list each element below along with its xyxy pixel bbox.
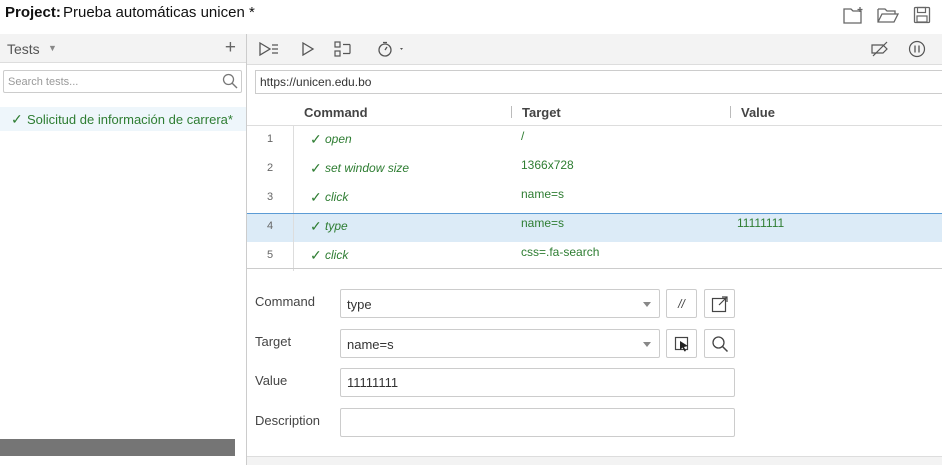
table-row[interactable]: 3 ✓ click name=s xyxy=(247,184,942,213)
add-test-icon[interactable]: + xyxy=(225,37,236,59)
horizontal-scrollbar[interactable] xyxy=(0,439,235,456)
command-select[interactable]: type xyxy=(340,289,660,318)
target-label: Target xyxy=(255,334,292,349)
chevron-down-icon xyxy=(643,302,651,307)
base-url-field xyxy=(255,70,942,94)
search-tests-input[interactable] xyxy=(4,71,214,92)
row-command: type xyxy=(325,219,348,233)
console-panel-edge[interactable] xyxy=(247,456,942,465)
row-number: 1 xyxy=(247,126,294,155)
run-all-tests-icon[interactable] xyxy=(258,39,280,59)
commands-table-body: 1 ✓ open / 2 ✓ set window size 1366x728 … xyxy=(247,126,942,271)
table-row-selected[interactable]: 4 ✓ type name=s 11111111 xyxy=(247,213,942,243)
row-value: 11111111 xyxy=(737,216,785,230)
select-target-icon xyxy=(674,336,688,351)
project-label: Project: xyxy=(5,4,61,21)
tests-sidebar: Tests ▼ + ✓ Solicitud de información de … xyxy=(0,34,247,465)
column-divider[interactable] xyxy=(511,106,512,118)
column-divider[interactable] xyxy=(730,106,731,118)
row-number: 4 xyxy=(247,214,294,243)
row-number: 3 xyxy=(247,184,294,213)
search-icon xyxy=(222,73,238,92)
open-folder-icon[interactable] xyxy=(876,4,900,26)
description-label: Description xyxy=(255,413,321,428)
step-over-icon[interactable] xyxy=(333,39,353,59)
row-number: 5 xyxy=(247,242,294,271)
search-box xyxy=(3,70,242,93)
row-command: click xyxy=(325,248,349,262)
project-header: Project: Prueba automáticas unicen * xyxy=(0,0,942,34)
command-label: Command xyxy=(255,294,315,309)
test-list-item[interactable]: ✓ Solicitud de información de carrera* xyxy=(0,107,246,131)
row-target: name=s xyxy=(521,216,565,230)
toggle-comment-button[interactable]: // xyxy=(666,289,697,318)
target-select[interactable]: name=s xyxy=(340,329,660,358)
new-project-icon[interactable] xyxy=(842,4,866,26)
value-column-header: Value xyxy=(741,105,775,120)
description-input[interactable] xyxy=(340,408,735,437)
row-command: open xyxy=(325,132,352,146)
open-external-icon xyxy=(711,295,728,312)
row-command: set window size xyxy=(325,161,410,175)
table-row[interactable]: 5 ✓ click css=.fa-search xyxy=(247,242,942,271)
table-row[interactable]: 1 ✓ open / xyxy=(247,126,942,155)
check-icon: ✓ xyxy=(310,160,322,176)
check-icon: ✓ xyxy=(310,131,322,147)
pause-on-exceptions-icon[interactable] xyxy=(907,39,927,59)
row-number: 2 xyxy=(247,155,294,184)
command-column-header: Command xyxy=(304,105,368,120)
test-name: Solicitud de información de carrera* xyxy=(27,112,233,127)
command-select-value: type xyxy=(347,297,372,312)
value-input[interactable] xyxy=(340,368,735,397)
row-target: / xyxy=(521,129,525,143)
table-row[interactable]: 2 ✓ set window size 1366x728 xyxy=(247,155,942,184)
tests-header: Tests ▼ + xyxy=(0,34,246,63)
test-execution-speed-icon[interactable] xyxy=(375,39,407,59)
run-current-test-icon[interactable] xyxy=(299,39,317,59)
table-divider[interactable] xyxy=(247,268,942,269)
project-name[interactable]: Prueba automáticas unicen * xyxy=(63,4,255,21)
disable-breakpoints-icon[interactable] xyxy=(869,39,891,59)
check-icon: ✓ xyxy=(310,247,322,263)
select-target-button[interactable] xyxy=(666,329,697,358)
save-icon[interactable] xyxy=(910,4,934,26)
find-target-button[interactable] xyxy=(704,329,735,358)
row-target: name=s xyxy=(521,187,565,201)
playback-toolbar xyxy=(247,34,942,65)
unsaved-marker: * xyxy=(244,4,255,21)
tests-dropdown[interactable]: Tests xyxy=(7,41,40,57)
open-reference-button[interactable] xyxy=(704,289,735,318)
base-url-input[interactable] xyxy=(256,71,942,93)
chevron-down-icon xyxy=(643,342,651,347)
row-target: 1366x728 xyxy=(521,158,574,172)
row-target: css=.fa-search xyxy=(521,245,600,259)
search-icon xyxy=(711,335,728,352)
chevron-down-icon[interactable]: ▼ xyxy=(48,43,57,53)
target-column-header: Target xyxy=(522,105,561,120)
row-command: click xyxy=(325,190,349,204)
value-label: Value xyxy=(255,373,288,388)
check-icon: ✓ xyxy=(310,189,322,205)
check-icon: ✓ xyxy=(310,218,322,234)
check-icon: ✓ xyxy=(11,111,23,127)
commands-table-header: Command Target Value xyxy=(247,98,942,126)
project-name-text: Prueba automáticas unicen xyxy=(63,4,245,21)
target-select-value: name=s xyxy=(347,337,394,352)
comment-slash-icon: // xyxy=(678,296,685,311)
